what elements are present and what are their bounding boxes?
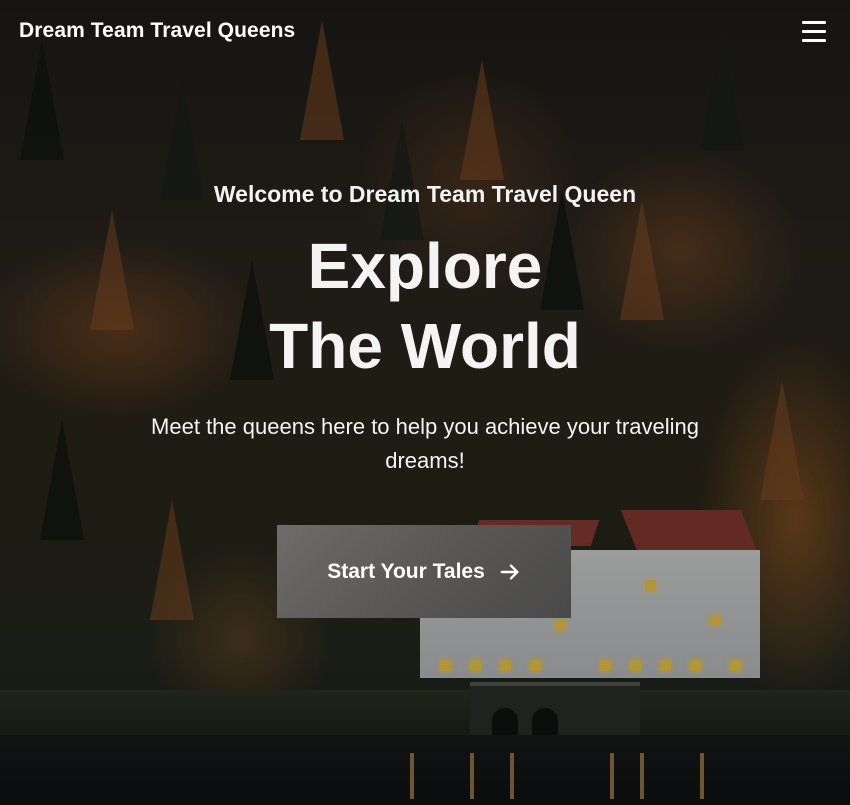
- hamburger-menu-icon[interactable]: [802, 21, 826, 43]
- hero-background: [0, 0, 850, 805]
- site-logo[interactable]: Dream Team Travel Queens: [19, 19, 295, 43]
- menu-bar: [802, 21, 826, 24]
- hero-subtitle: Meet the queens here to help you achieve…: [151, 414, 699, 473]
- welcome-text: Welcome to Dream Team Travel Queen: [213, 181, 637, 207]
- cta-label: Start Your Tales: [327, 559, 485, 583]
- hero-headline: Explore The World: [0, 226, 850, 386]
- headline-line-2: The World: [269, 310, 581, 382]
- menu-bar: [802, 39, 826, 42]
- start-your-tales-button[interactable]: Start Your Tales: [277, 525, 571, 618]
- hero-overlay: [0, 0, 850, 805]
- headline-line-1: Explore: [307, 230, 543, 302]
- arrow-right-icon: [500, 563, 519, 580]
- menu-bar: [802, 30, 826, 33]
